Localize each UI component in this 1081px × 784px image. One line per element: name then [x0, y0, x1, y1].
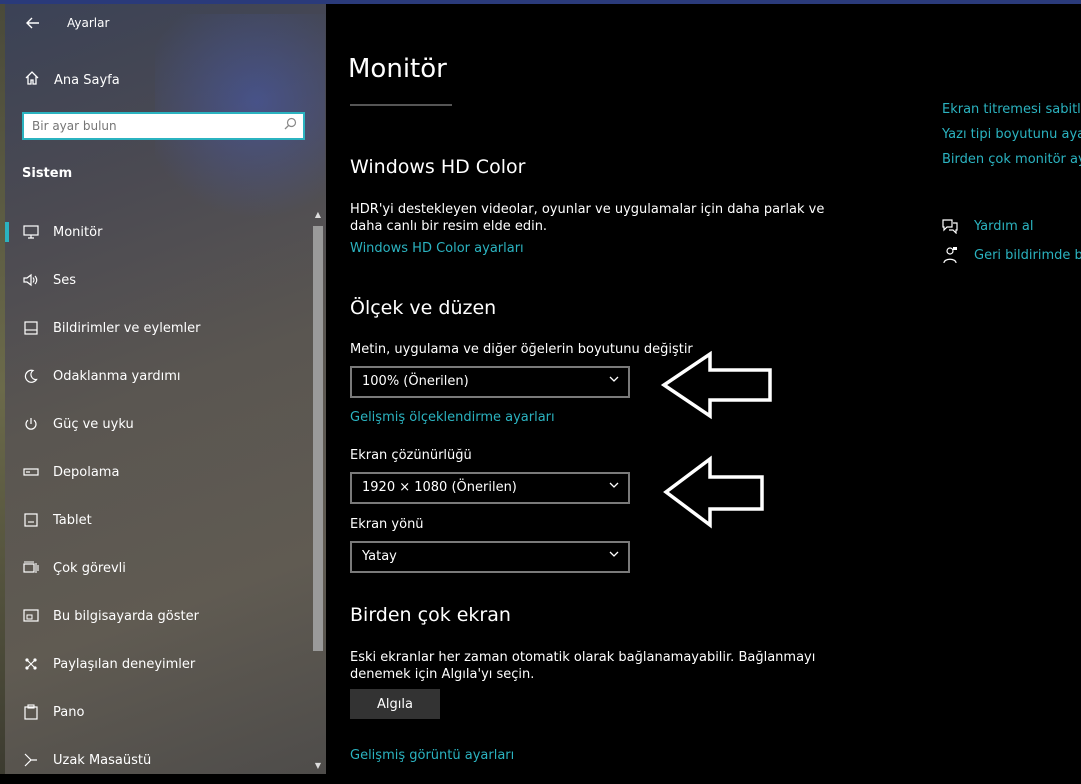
hdr-heading: Windows HD Color: [350, 156, 526, 178]
nav-item-clipboard[interactable]: Pano: [5, 688, 310, 736]
chevron-down-icon: [608, 373, 620, 388]
nav-item-label: Bildirimler ve eylemler: [53, 320, 201, 336]
nav-item-monitor[interactable]: Monitör: [5, 208, 310, 256]
size-dropdown[interactable]: 100% (Önerilen): [350, 366, 630, 398]
notifications-icon: [21, 318, 41, 338]
scroll-down-icon[interactable]: ▼: [311, 759, 325, 773]
nav-item-tablet[interactable]: Tablet: [5, 496, 310, 544]
annotation-arrow-left: [660, 350, 772, 420]
help-chat-icon: [940, 216, 960, 236]
nav-item-label: Pano: [53, 704, 85, 720]
resolution-label: Ekran çözünürlüğü: [350, 448, 472, 463]
nav-item-label: Güç ve uyku: [53, 416, 134, 432]
home-icon: [18, 70, 46, 90]
moon-icon: [21, 366, 41, 386]
feedback-label: Geri bildirimde bu: [974, 247, 1081, 263]
multi-description-1: Eski ekranlar her zaman otomatik olarak …: [350, 650, 816, 665]
help-label: Yardım al: [974, 218, 1034, 234]
nav-item-shared-experiences[interactable]: Paylaşılan deneyimler: [5, 640, 310, 688]
sidebar-scrollbar[interactable]: ▲ ▼: [311, 208, 325, 773]
home-link[interactable]: Ana Sayfa: [18, 68, 120, 92]
nav-item-remote-desktop[interactable]: Uzak Masaüstü: [5, 736, 310, 784]
search-box[interactable]: [22, 112, 305, 140]
page-title: Monitör: [348, 54, 447, 84]
section-label: Sistem: [22, 166, 73, 181]
tablet-icon: [21, 510, 41, 530]
hdr-description-1: HDR'yi destekleyen videolar, oyunlar ve …: [350, 202, 825, 217]
nav-item-label: Uzak Masaüstü: [53, 752, 152, 768]
nav-item-multitasking[interactable]: Çok görevli: [5, 544, 310, 592]
search-input[interactable]: [32, 116, 272, 136]
scrollbar-thumb[interactable]: [313, 226, 323, 651]
nav-item-project[interactable]: Bu bilgisayarda göster: [5, 592, 310, 640]
chevron-down-icon: [608, 548, 620, 563]
hdr-settings-link[interactable]: Windows HD Color ayarları: [350, 241, 524, 256]
help-link[interactable]: Yardım al: [940, 216, 1033, 236]
project-icon: [21, 606, 41, 626]
remote-desktop-icon: [21, 750, 41, 770]
speaker-icon: [21, 270, 41, 290]
back-arrow-icon: [26, 17, 39, 29]
app-title: Ayarlar: [67, 16, 110, 30]
orientation-value: Yatay: [362, 549, 397, 564]
feedback-person-icon: [940, 245, 960, 265]
scale-heading: Ölçek ve düzen: [350, 297, 497, 319]
nav-item-label: Tablet: [53, 512, 92, 528]
search-icon[interactable]: [284, 117, 297, 134]
nav-item-label: Ses: [53, 272, 77, 288]
advanced-display-link[interactable]: Gelişmiş görüntü ayarları: [350, 748, 514, 763]
nav-item-notifications[interactable]: Bildirimler ve eylemler: [5, 304, 310, 352]
size-value: 100% (Önerilen): [362, 374, 469, 389]
orientation-dropdown[interactable]: Yatay: [350, 541, 630, 573]
resolution-dropdown[interactable]: 1920 × 1080 (Önerilen): [350, 472, 630, 504]
related-link-multi-monitor[interactable]: Birden çok monitör aya: [942, 152, 1081, 167]
nav-item-sound[interactable]: Ses: [5, 256, 310, 304]
multitasking-icon: [21, 558, 41, 578]
multi-display-heading: Birden çok ekran: [350, 604, 511, 626]
advanced-scaling-link[interactable]: Gelişmiş ölçeklendirme ayarları: [350, 410, 555, 425]
nav-item-label: Bu bilgisayarda göster: [53, 608, 199, 624]
sidebar: Ayarlar Ana Sayfa Sistem Monitör Ses Bil…: [5, 4, 326, 774]
back-button[interactable]: [21, 12, 45, 34]
chevron-down-icon: [608, 479, 620, 494]
power-icon: [21, 414, 41, 434]
clipboard-icon: [21, 702, 41, 722]
main-content: Monitör Windows HD Color HDR'yi destekle…: [326, 4, 1081, 774]
nav-list: Monitör Ses Bildirimler ve eylemler Odak…: [5, 208, 310, 784]
hdr-description-2: daha canlı bir resim elde edin.: [350, 219, 548, 234]
monitor-icon: [21, 222, 41, 242]
annotation-arrow-left: [663, 455, 764, 529]
nav-item-focus-assist[interactable]: Odaklanma yardımı: [5, 352, 310, 400]
share-icon: [21, 654, 41, 674]
related-link-flicker[interactable]: Ekran titremesi sabitle: [942, 102, 1081, 117]
nav-item-label: Çok görevli: [53, 560, 126, 576]
detect-button[interactable]: Algıla: [350, 689, 440, 719]
scroll-up-icon[interactable]: ▲: [311, 208, 325, 222]
resolution-value: 1920 × 1080 (Önerilen): [362, 480, 517, 495]
home-label: Ana Sayfa: [54, 72, 120, 88]
nav-item-label: Depolama: [53, 464, 120, 480]
storage-icon: [21, 462, 41, 482]
related-link-font-size[interactable]: Yazı tipi boyutunu aya: [942, 127, 1081, 142]
nav-item-label: Odaklanma yardımı: [53, 368, 181, 384]
nav-item-label: Monitör: [53, 224, 103, 240]
feedback-link[interactable]: Geri bildirimde bu: [940, 245, 1081, 265]
nav-item-storage[interactable]: Depolama: [5, 448, 310, 496]
multi-description-2: denemek için Algıla'yı seçin.: [350, 667, 535, 682]
size-label: Metin, uygulama ve diğer öğelerin boyutu…: [350, 342, 693, 357]
orientation-label: Ekran yönü: [350, 517, 424, 532]
title-underline: [350, 104, 452, 106]
nav-item-power[interactable]: Güç ve uyku: [5, 400, 310, 448]
nav-item-label: Paylaşılan deneyimler: [53, 656, 196, 672]
